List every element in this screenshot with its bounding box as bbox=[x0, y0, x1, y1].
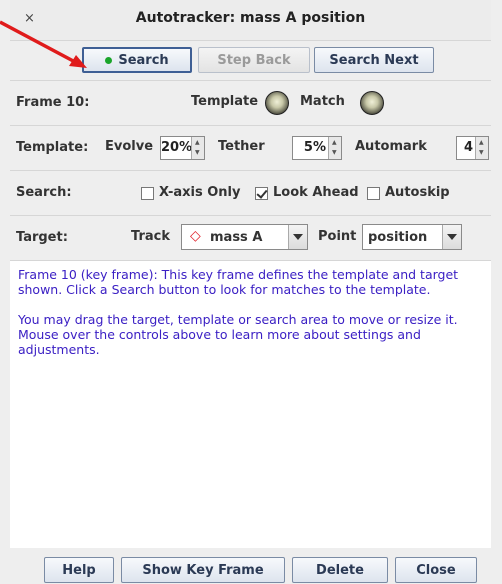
annotation-arrow bbox=[0, 20, 87, 68]
annotation-arrow-line bbox=[0, 20, 78, 65]
autotracker-window: × Autotracker: mass A position Search St… bbox=[0, 0, 502, 584]
